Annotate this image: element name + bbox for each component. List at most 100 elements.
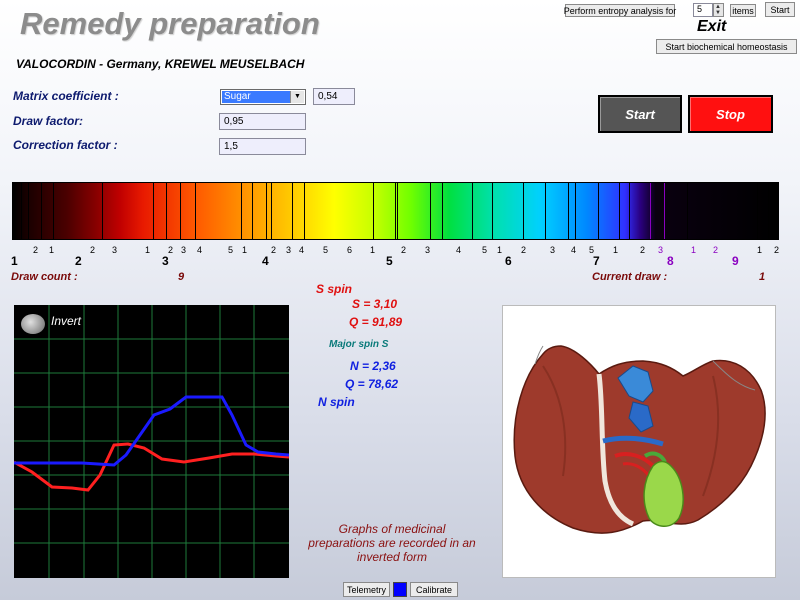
spectrum-line	[304, 183, 305, 239]
graph-svg	[14, 305, 289, 578]
spectrum-tick-label: 1	[757, 245, 763, 255]
liver-image	[513, 345, 766, 534]
spectrum-tick-label: 3	[181, 245, 187, 255]
spectrum-major-tick-label: 6	[505, 254, 512, 268]
spectrum-tick-label: 2	[713, 245, 719, 255]
n-spin-label: N spin	[318, 395, 355, 409]
spectrum-tick-label: 1	[691, 245, 697, 255]
graph-grid	[14, 305, 289, 578]
spectrum-line	[472, 183, 473, 239]
spectrum-line	[430, 183, 431, 239]
spectrum-tick-label: 3	[425, 245, 431, 255]
exit-button[interactable]: Exit	[697, 18, 726, 36]
invert-toggle[interactable]	[21, 314, 45, 334]
spectrum-tick-label: 3	[658, 245, 664, 255]
spectrum-line	[292, 183, 293, 239]
spectrum-tick-label: 5	[323, 245, 329, 255]
spectrum-tick-label: 4	[299, 245, 305, 255]
spectrum-tick-label: 3	[286, 245, 292, 255]
spectrum-tick-label: 6	[347, 245, 353, 255]
correction-factor-label: Correction factor :	[13, 138, 118, 152]
n-value: N = 2,36	[350, 359, 396, 373]
telemetry-button[interactable]: Telemetry	[343, 582, 390, 597]
spectrum-line	[53, 183, 54, 239]
spectrum-line	[180, 183, 181, 239]
spectrum-tick-label: 3	[112, 245, 118, 255]
entropy-count-field[interactable]: 5	[693, 3, 713, 17]
entropy-start-button[interactable]: Start	[765, 2, 795, 17]
remedy-subtitle: VALOCORDIN - Germany, KREWEL MEUSELBACH	[16, 57, 305, 71]
draw-factor-field[interactable]: 0,95	[219, 113, 306, 130]
spectrum-major-tick-label: 1	[11, 254, 18, 268]
invert-label: Invert	[51, 314, 82, 328]
spectrum-line	[195, 183, 196, 239]
spectrum-line	[523, 183, 524, 239]
draw-factor-label: Draw factor:	[13, 114, 84, 128]
spectrum-major-tick-label: 9	[732, 254, 739, 268]
inverted-form-note: Graphs of medicinal preparations are rec…	[308, 522, 476, 564]
spectrum-line	[768, 183, 769, 239]
spectrum-line	[619, 183, 620, 239]
spectrum-tick-label: 4	[197, 245, 203, 255]
s-value: S = 3,10	[352, 297, 398, 311]
chevron-down-icon[interactable]: ▼	[290, 91, 304, 103]
spectrum-line	[545, 183, 546, 239]
current-draw-label: Current draw :	[592, 271, 668, 283]
spectrum-tick-label: 1	[145, 245, 151, 255]
spectrum-major-tick-label: 5	[386, 254, 393, 268]
spectrum-line	[492, 183, 493, 239]
items-label: items	[730, 4, 756, 17]
spectrum-line	[575, 183, 576, 239]
spectrum-major-tick-label: 2	[75, 254, 82, 268]
spectrum-line	[271, 183, 272, 239]
spectrum-major-tick-label: 3	[162, 254, 169, 268]
organ-image-panel	[502, 305, 776, 578]
spectrum-line	[442, 183, 443, 239]
q2-value: Q = 78,62	[345, 377, 399, 391]
spectrum-tick-label: 1	[242, 245, 248, 255]
entropy-count-spinner[interactable]: ▲ ▼	[713, 3, 724, 17]
spectrum-tick-label: 4	[571, 245, 577, 255]
spinner-down-icon[interactable]: ▼	[715, 10, 721, 16]
spectrum-tick-label: 2	[90, 245, 96, 255]
matrix-value-field[interactable]: 0,54	[313, 88, 355, 105]
spectrum-tick-label: 1	[613, 245, 619, 255]
matrix-select-value: Sugar	[222, 91, 290, 103]
spectrum-tick-label: 4	[456, 245, 462, 255]
spectrum-line	[568, 183, 569, 239]
matrix-select[interactable]: Sugar ▼	[220, 89, 306, 105]
spectrum-major-tick-label: 4	[262, 254, 269, 268]
spectrum-line	[252, 183, 253, 239]
spectrum-line	[153, 183, 154, 239]
spectrum-line	[241, 183, 242, 239]
calibrate-button[interactable]: Calibrate	[410, 582, 458, 597]
draw-count-value: 9	[178, 271, 185, 283]
start-button[interactable]: Start	[598, 95, 682, 133]
spectrum-major-tick-label: 8	[667, 254, 674, 268]
spectrum-line	[650, 183, 651, 239]
telemetry-indicator	[393, 582, 407, 597]
spectrum-tick-label: 2	[640, 245, 646, 255]
correction-factor-field[interactable]: 1,5	[219, 138, 306, 155]
s-spin-label: S spin	[316, 282, 353, 296]
spectrum-line	[41, 183, 42, 239]
major-spin-label: Major spin S	[329, 339, 389, 350]
start-homeostasis-button[interactable]: Start biochemical homeostasis	[656, 39, 797, 54]
spectrum-bar	[12, 182, 779, 240]
spectrum-line	[102, 183, 103, 239]
spectrum-tick-label: 2	[401, 245, 407, 255]
spectrum-tick-label: 2	[521, 245, 527, 255]
spectrum-line	[166, 183, 167, 239]
q1-value: Q = 91,89	[349, 315, 403, 329]
page-title: Remedy preparation	[20, 6, 320, 41]
spectrum-line	[373, 183, 374, 239]
spectrum-tick-label: 1	[497, 245, 503, 255]
draw-count-label: Draw count :	[11, 271, 78, 283]
spectrum-line	[28, 183, 29, 239]
spectrum-tick-label: 5	[228, 245, 234, 255]
stop-button[interactable]: Stop	[688, 95, 773, 133]
spectrum-line	[598, 183, 599, 239]
spectrum-tick-label: 3	[550, 245, 556, 255]
spectrum-line	[757, 183, 758, 239]
perform-entropy-button[interactable]: Perform entropy analysis for	[564, 4, 676, 17]
